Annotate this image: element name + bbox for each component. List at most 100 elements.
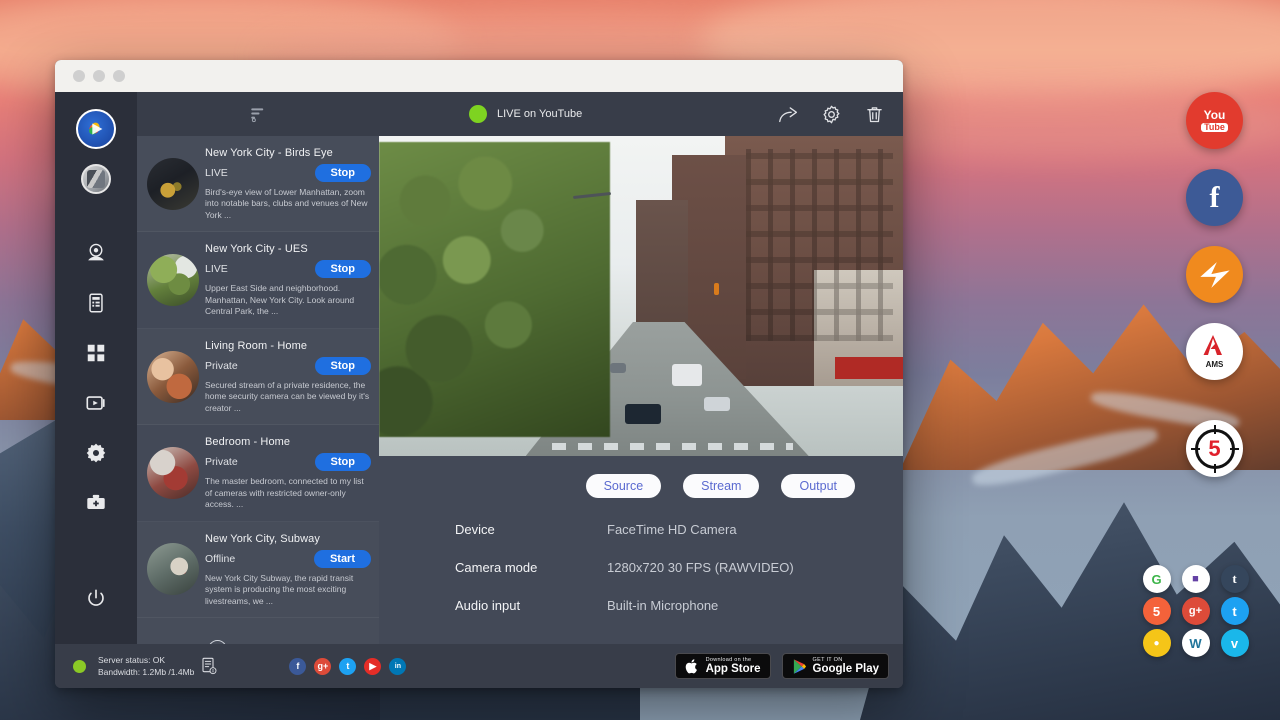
app-store-text: Download on the App Store bbox=[706, 657, 761, 675]
detail-value[interactable]: Built-in Microphone bbox=[607, 598, 718, 613]
app-window: New York City - Birds Eye LIVE Stop Bird… bbox=[55, 60, 903, 688]
camera-toggle-button[interactable]: Stop bbox=[315, 260, 371, 278]
camera-list-header bbox=[137, 92, 379, 136]
social-links: f g+ t ▶ in bbox=[289, 658, 406, 675]
camera-thumbnail bbox=[147, 447, 199, 499]
sidebar-item-cameras[interactable] bbox=[73, 230, 119, 276]
trash-icon[interactable] bbox=[864, 104, 885, 125]
minimize-button[interactable] bbox=[93, 70, 105, 82]
youtube-icon[interactable]: ▶ bbox=[364, 658, 381, 675]
google-play-button[interactable]: GET IT ON Google Play bbox=[782, 653, 889, 679]
facebook-icon[interactable]: f bbox=[289, 658, 306, 675]
sidebar-item-broadcasts[interactable] bbox=[73, 380, 119, 426]
camera-description: Secured stream of a private residence, t… bbox=[205, 380, 371, 414]
sidebar-item-settings[interactable] bbox=[73, 430, 119, 476]
flickr-icon[interactable]: ● bbox=[1143, 629, 1171, 657]
list-item[interactable]: Bedroom - Home Private Stop The master b… bbox=[137, 425, 379, 521]
desktop-wallpaper: New York City - Birds Eye LIVE Stop Bird… bbox=[0, 0, 1280, 720]
detail-row: Audio input Built-in Microphone bbox=[455, 598, 903, 613]
status-badge: LIVE bbox=[205, 167, 228, 179]
camera-toggle-button[interactable]: Start bbox=[314, 550, 371, 568]
camera-toggle-button[interactable]: Stop bbox=[315, 357, 371, 375]
maximize-button[interactable] bbox=[113, 70, 125, 82]
list-item[interactable]: Living Room - Home Private Stop Secured … bbox=[137, 329, 379, 425]
toolbar-actions bbox=[778, 104, 885, 125]
detail-value[interactable]: 1280x720 30 FPS (RAWVIDEO) bbox=[607, 560, 794, 575]
list-item[interactable]: New York City - UES LIVE Stop Upper East… bbox=[137, 232, 379, 328]
document-log-icon[interactable] bbox=[201, 657, 217, 675]
adobe-ams-dock-icon[interactable]: AMS bbox=[1186, 323, 1243, 380]
sidebar-item-dashboard[interactable] bbox=[73, 330, 119, 376]
detail-label: Device bbox=[455, 522, 607, 537]
sidebar-item-power[interactable] bbox=[73, 576, 119, 622]
app-store-button[interactable]: Download on the App Store bbox=[675, 653, 771, 679]
facebook-dock-icon[interactable]: f bbox=[1186, 169, 1243, 226]
sidebar-item-support[interactable] bbox=[73, 480, 119, 526]
vimeo-icon[interactable]: v bbox=[1221, 629, 1249, 657]
live-status: LIVE on YouTube bbox=[469, 105, 582, 123]
close-button[interactable] bbox=[73, 70, 85, 82]
twitter-icon[interactable]: t bbox=[1221, 597, 1249, 625]
youtube-dock-icon[interactable]: You Tube bbox=[1186, 92, 1243, 149]
google-play-text: GET IT ON Google Play bbox=[813, 657, 879, 675]
target-five-dock-icon[interactable]: 5 bbox=[1186, 420, 1243, 477]
status-badge: Private bbox=[205, 456, 238, 468]
power-icon bbox=[85, 588, 107, 610]
wowza-dock-icon[interactable] bbox=[1186, 246, 1243, 303]
twitch-icon[interactable]: ■ bbox=[1182, 565, 1210, 593]
camera-title: New York City - UES bbox=[205, 242, 371, 255]
youtube-glyph: You Tube bbox=[1201, 109, 1228, 132]
list-item[interactable]: New York City - Birds Eye LIVE Stop Bird… bbox=[137, 136, 379, 232]
crosswalk bbox=[552, 443, 793, 450]
desktop-dock-mini: G ■ t 5 g+ t ● W v bbox=[1139, 565, 1252, 657]
avatar bbox=[81, 164, 111, 194]
add-camera-button[interactable]: + Add Camera bbox=[137, 618, 379, 644]
detail-row: Device FaceTime HD Camera bbox=[455, 522, 903, 537]
camera-thumbnail bbox=[147, 254, 199, 306]
first-aid-kit-icon bbox=[85, 492, 107, 514]
camera-title: Living Room - Home bbox=[205, 339, 371, 352]
linkedin-icon[interactable]: in bbox=[389, 658, 406, 675]
camera-toggle-button[interactable]: Stop bbox=[315, 164, 371, 182]
five-glyph: 5 bbox=[1208, 436, 1220, 462]
grid-icon bbox=[85, 342, 107, 364]
google-plus-icon[interactable]: g+ bbox=[1182, 597, 1210, 625]
sidebar-item-app-logo[interactable] bbox=[73, 106, 119, 152]
server-status-line: Server status: OK bbox=[98, 654, 194, 666]
detail-value[interactable]: FaceTime HD Camera bbox=[607, 522, 737, 537]
twitter-icon[interactable]: t bbox=[339, 658, 356, 675]
tab-output[interactable]: Output bbox=[781, 474, 855, 498]
sidebar-item-devices[interactable] bbox=[73, 280, 119, 326]
window-body: New York City - Birds Eye LIVE Stop Bird… bbox=[55, 92, 903, 644]
camera-toggle-button[interactable]: Stop bbox=[315, 453, 371, 471]
sidebar-item-avatar[interactable] bbox=[73, 156, 119, 202]
camera-list[interactable]: New York City - Birds Eye LIVE Stop Bird… bbox=[137, 136, 379, 644]
camera-thumbnail bbox=[147, 351, 199, 403]
camera-description: The master bedroom, connected to my list… bbox=[205, 476, 371, 510]
video-preview[interactable] bbox=[379, 136, 903, 456]
tumblr-icon[interactable]: t bbox=[1221, 565, 1249, 593]
server-status-text: Server status: OK Bandwidth: 1.2Mb /1.4M… bbox=[98, 654, 194, 679]
gear-icon[interactable] bbox=[821, 104, 842, 125]
desktop-dock: You Tube f AMS bbox=[1186, 92, 1243, 477]
apple-icon bbox=[685, 658, 700, 675]
detail-row: Camera mode 1280x720 30 FPS (RAWVIDEO) bbox=[455, 560, 903, 575]
tab-source[interactable]: Source bbox=[586, 474, 662, 498]
camera-title: Bedroom - Home bbox=[205, 435, 371, 448]
wordpress-icon[interactable]: W bbox=[1182, 629, 1210, 657]
window-titlebar bbox=[55, 60, 903, 92]
list-item[interactable]: New York City, Subway Offline Start New … bbox=[137, 522, 379, 618]
filter-sort-icon[interactable] bbox=[249, 105, 267, 123]
grabyo-icon[interactable]: G bbox=[1143, 565, 1171, 593]
share-icon[interactable] bbox=[778, 104, 799, 125]
left-nav-rail bbox=[55, 92, 137, 644]
livestream-five-icon[interactable]: 5 bbox=[1143, 597, 1171, 625]
tab-stream[interactable]: Stream bbox=[683, 474, 759, 498]
camera-title: New York City - Birds Eye bbox=[205, 146, 371, 159]
device-list-icon bbox=[85, 292, 107, 314]
tree-canopy bbox=[379, 142, 610, 436]
google-plus-icon[interactable]: g+ bbox=[314, 658, 331, 675]
facebook-glyph: f bbox=[1210, 181, 1220, 215]
main-panel: LIVE on YouTube bbox=[379, 92, 903, 644]
live-indicator-dot bbox=[469, 105, 487, 123]
